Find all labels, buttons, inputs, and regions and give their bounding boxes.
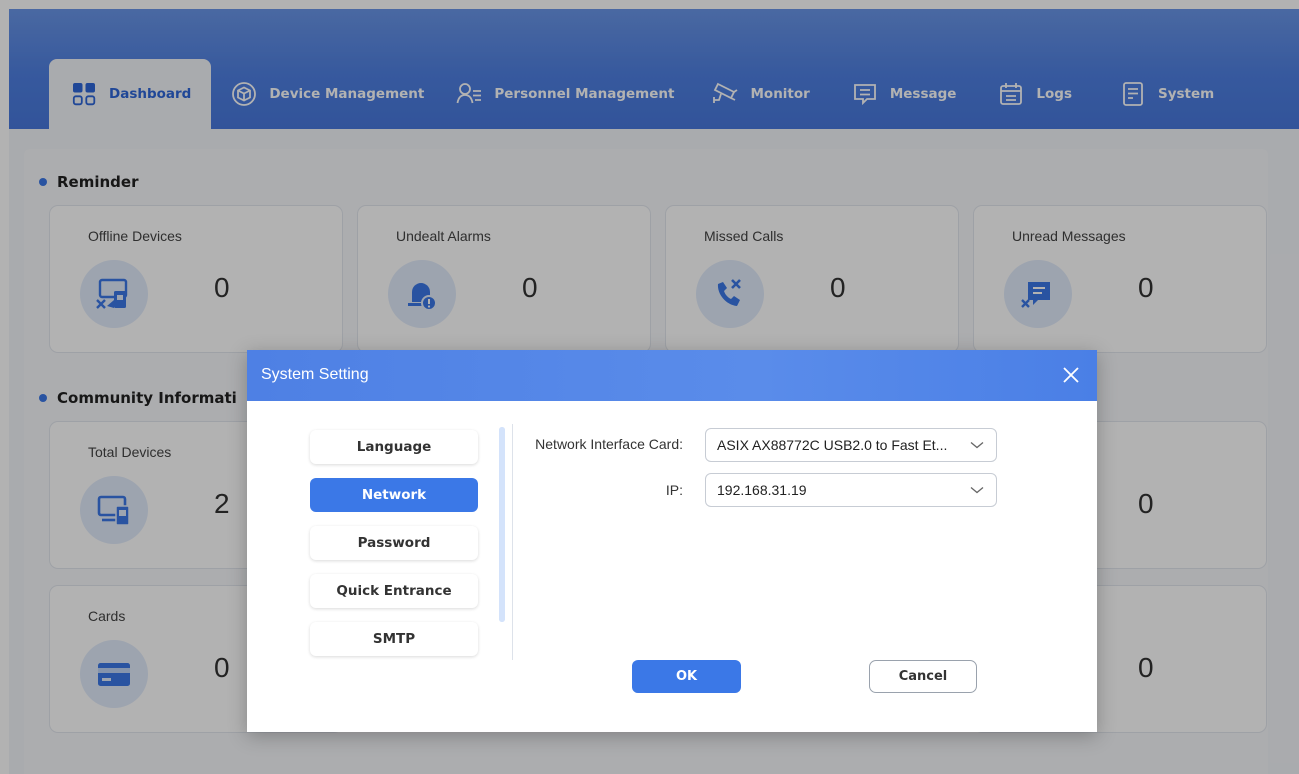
dialog-title: System Setting <box>261 366 369 383</box>
nic-label: Network Interface Card: <box>535 436 683 452</box>
ip-label: IP: <box>665 482 683 498</box>
chevron-down-icon <box>970 487 984 494</box>
menu-scrollbar[interactable] <box>499 427 505 622</box>
menu-item-language[interactable]: Language <box>310 430 478 464</box>
chevron-down-icon <box>970 442 984 449</box>
menu-item-quick-entrance[interactable]: Quick Entrance <box>310 574 478 608</box>
ip-value: 192.168.31.19 <box>717 482 807 498</box>
nic-value: ASIX AX88772C USB2.0 to Fast Et... <box>717 437 948 453</box>
ok-button[interactable]: OK <box>632 660 741 693</box>
cancel-button[interactable]: Cancel <box>869 660 977 693</box>
vertical-divider <box>512 424 513 660</box>
dialog-header: System Setting <box>247 350 1097 401</box>
menu-item-network[interactable]: Network <box>310 478 478 512</box>
close-icon[interactable] <box>1059 363 1083 387</box>
menu-item-smtp[interactable]: SMTP <box>310 622 478 656</box>
ip-select[interactable]: 192.168.31.19 <box>705 473 997 507</box>
nic-select[interactable]: ASIX AX88772C USB2.0 to Fast Et... <box>705 428 997 462</box>
system-setting-dialog: System Setting Language Network Password… <box>247 350 1097 732</box>
settings-menu: Language Network Password Quick Entrance… <box>310 430 482 670</box>
scrollbar-thumb[interactable] <box>499 427 505 622</box>
menu-item-password[interactable]: Password <box>310 526 478 560</box>
